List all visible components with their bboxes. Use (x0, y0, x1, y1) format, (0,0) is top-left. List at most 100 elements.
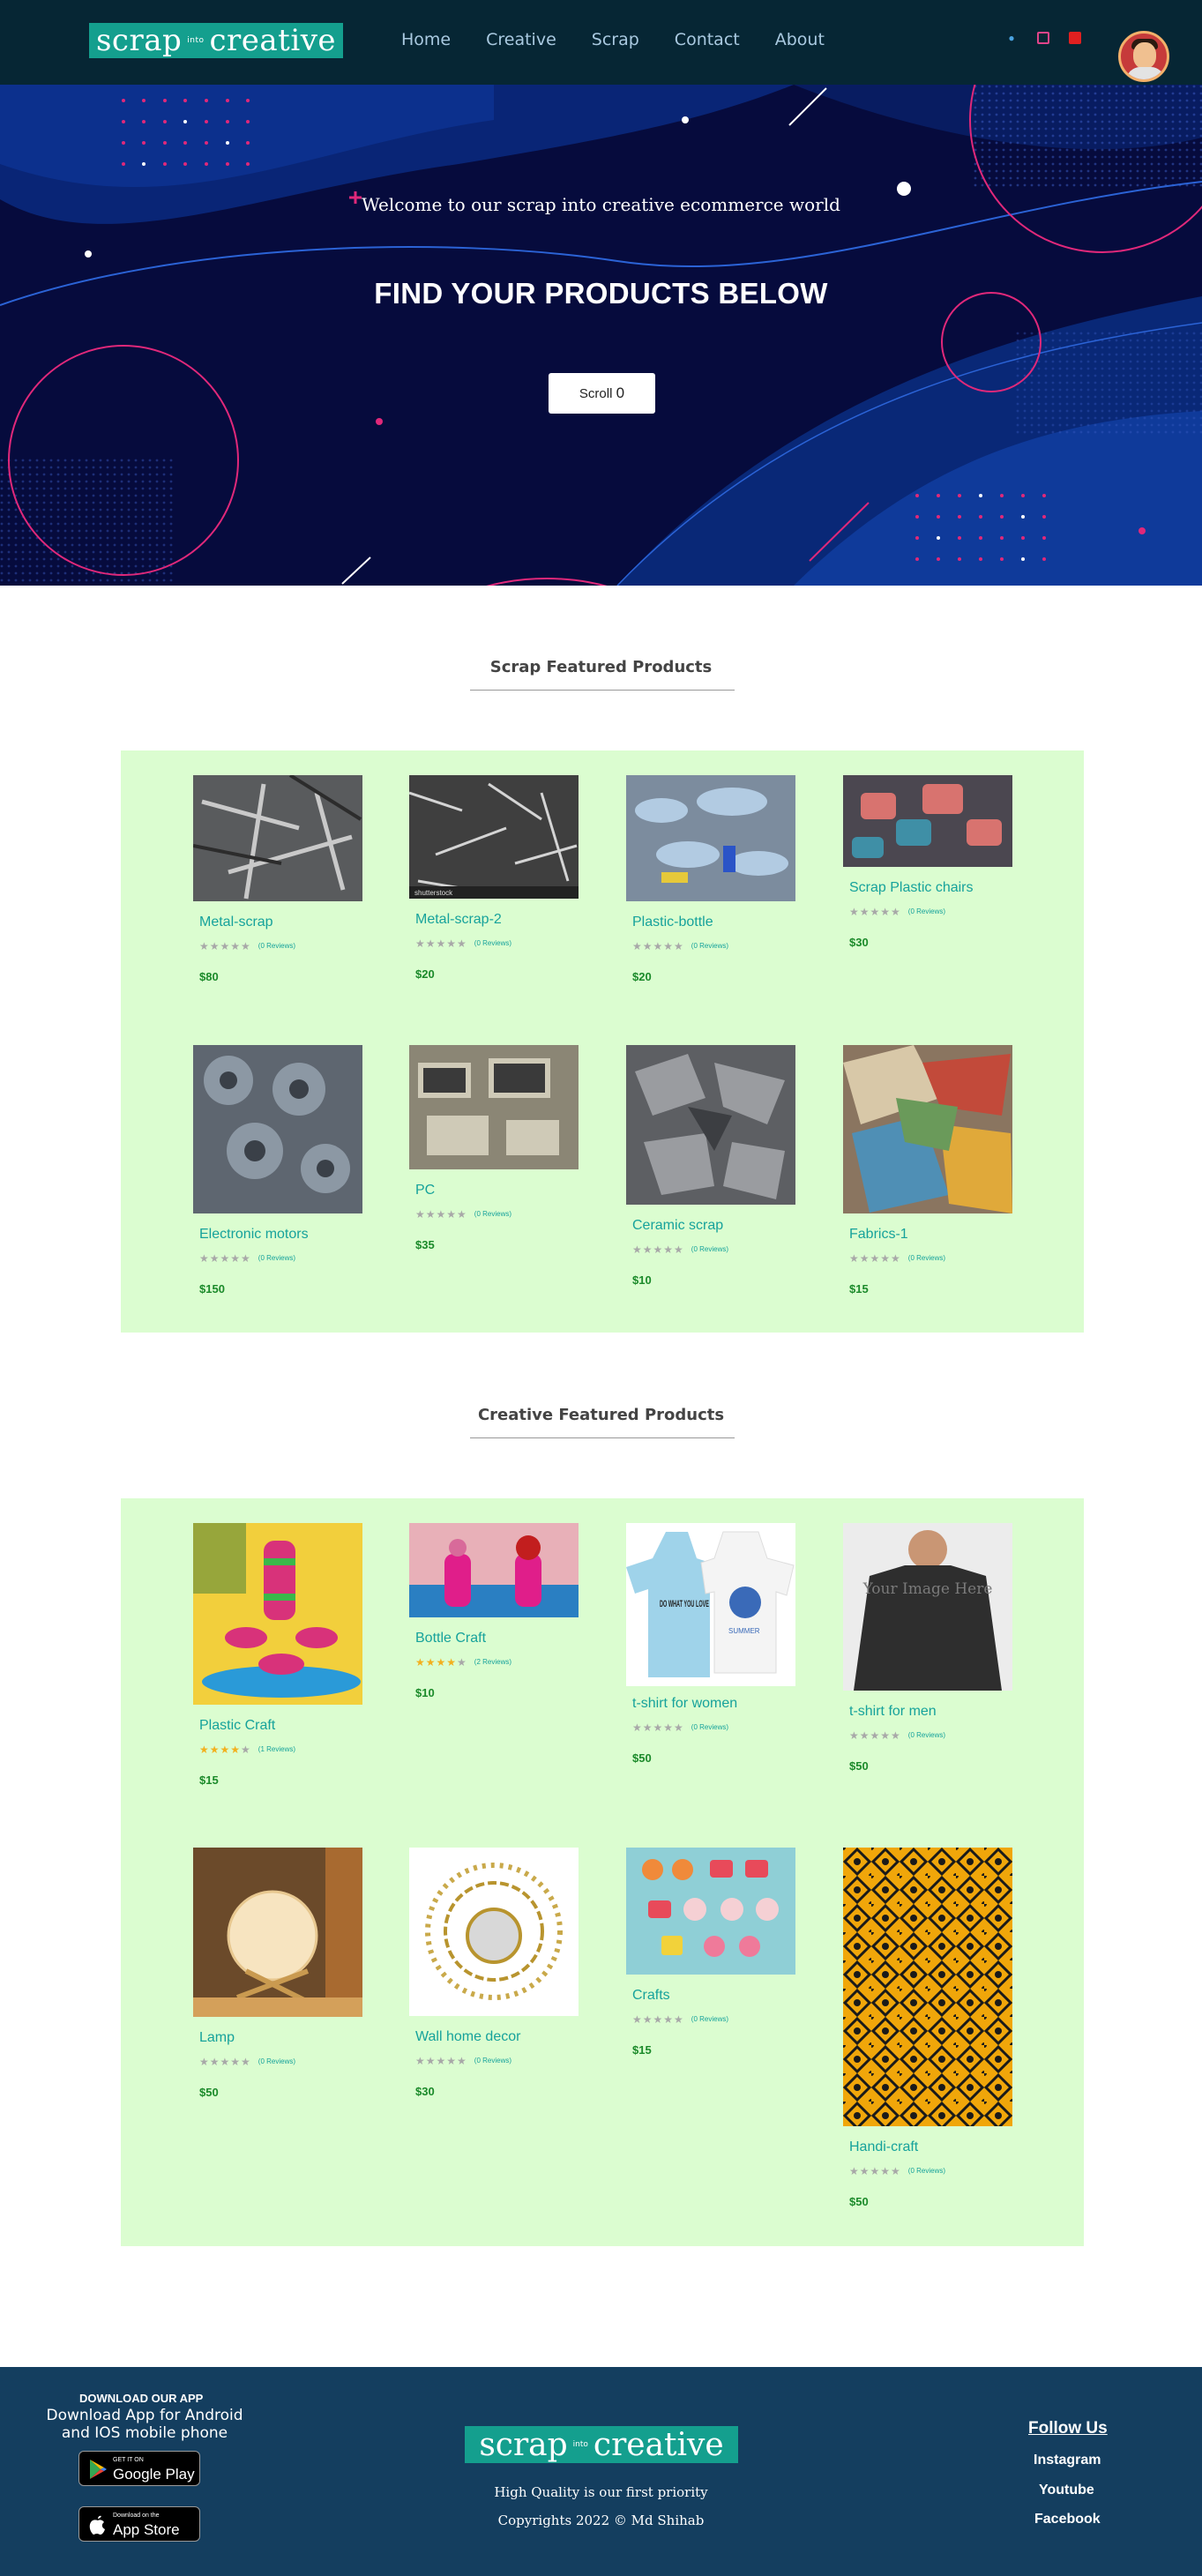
avatar[interactable] (1118, 31, 1169, 82)
product-name[interactable]: Electronic motors (199, 1227, 309, 1243)
product-card[interactable]: Plastic Craft ★★★★★ (1 Reviews) $15 (193, 1523, 362, 1796)
product-rating: ★★★★★ (0 Reviews) (849, 1252, 946, 1265)
product-rating: ★★★★★ (0 Reviews) (199, 1252, 296, 1265)
product-price: $50 (199, 2086, 219, 2099)
product-name[interactable]: Crafts (632, 1988, 670, 2004)
product-image[interactable] (193, 775, 362, 901)
product-reviews: (0 Reviews) (258, 2057, 296, 2065)
product-price: $50 (849, 2195, 869, 2208)
product-image[interactable] (409, 1045, 579, 1169)
product-image[interactable]: Your Image Here (843, 1523, 1012, 1691)
product-name[interactable]: Ceramic scrap (632, 1218, 723, 1234)
download-text: Download App for Android and IOS mobile … (46, 2407, 243, 2442)
nav-home[interactable]: Home (401, 30, 451, 49)
product-image[interactable] (193, 1848, 362, 2017)
nav-scrap[interactable]: Scrap (592, 30, 639, 49)
product-card[interactable]: Bottle Craft ★★★★★ (2 Reviews) $10 (409, 1523, 579, 1717)
nav-about[interactable]: About (775, 30, 825, 49)
creative-section-title: Creative Featured Products (477, 1406, 725, 1424)
section-divider (470, 690, 735, 691)
product-card[interactable]: Fabrics-1 ★★★★★ (0 Reviews) $15 (843, 1045, 1012, 1301)
product-card[interactable]: Handi-craft ★★★★★ (0 Reviews) $50 (843, 1848, 1012, 2218)
social-link-facebook[interactable]: Facebook (1034, 2512, 1101, 2527)
product-image[interactable]: shutterstock (409, 775, 579, 899)
product-image[interactable] (193, 1045, 362, 1213)
logo-text-into: into (187, 36, 205, 45)
product-image[interactable] (409, 1523, 579, 1617)
search-icon[interactable]: ● (1005, 32, 1018, 44)
footer-logo-text-scrap: scrap (479, 2426, 568, 2463)
user-icon[interactable] (1069, 32, 1081, 44)
footer-logo-text-creative: creative (593, 2426, 724, 2463)
product-image[interactable] (626, 1848, 795, 1975)
site-header: scrap into creative Home Creative Scrap … (0, 0, 1202, 85)
product-name[interactable]: Wall home decor (415, 2029, 520, 2045)
product-price: $30 (849, 936, 869, 949)
product-name[interactable]: Metal-scrap-2 (415, 912, 502, 928)
product-image[interactable] (193, 1523, 362, 1705)
product-card[interactable]: Crafts ★★★★★ (0 Reviews) $15 (626, 1848, 795, 2077)
product-reviews: (0 Reviews) (691, 942, 729, 950)
cart-icon[interactable] (1037, 32, 1049, 44)
google-play-button[interactable]: GET IT ON Google Play (78, 2451, 200, 2486)
main-nav: Home Creative Scrap Contact About (401, 30, 860, 49)
product-image[interactable] (843, 1848, 1012, 2126)
product-reviews: (0 Reviews) (474, 1210, 512, 1218)
scroll-button[interactable]: Scroll 0 (549, 373, 655, 414)
product-name[interactable]: Scrap Plastic chairs (849, 880, 974, 896)
product-card[interactable]: Scrap Plastic chairs ★★★★★ (0 Reviews) $3… (843, 775, 1012, 978)
product-image[interactable] (626, 775, 795, 901)
section-divider (470, 1437, 735, 1438)
product-card[interactable]: Metal-scrap ★★★★★ (0 Reviews) $80 (193, 775, 362, 1004)
product-rating: ★★★★★ (0 Reviews) (632, 1243, 729, 1256)
product-card[interactable]: Plastic-bottle ★★★★★ (0 Reviews) $20 (626, 775, 795, 1004)
product-card[interactable]: Wall home decor ★★★★★ (0 Reviews) $30 (409, 1848, 579, 2103)
product-card[interactable]: Your Image Here t-shirt for men ★★★★★ (0 … (843, 1523, 1012, 1788)
hero-welcome-text: Welcome to our scrap into creative ecomm… (362, 194, 840, 215)
product-rating: ★★★★★ (0 Reviews) (415, 937, 512, 950)
product-name[interactable]: t-shirt for women (632, 1696, 737, 1712)
product-name[interactable]: Metal-scrap (199, 915, 273, 930)
product-reviews: (0 Reviews) (907, 1254, 946, 1262)
nav-creative[interactable]: Creative (486, 30, 556, 49)
follow-us-title: Follow Us (1028, 2419, 1108, 2438)
hero-title: FIND YOUR PRODUCTS BELOW (374, 277, 828, 310)
product-reviews: (0 Reviews) (691, 1245, 729, 1253)
product-image[interactable] (843, 775, 1012, 867)
product-reviews: (0 Reviews) (474, 2057, 512, 2065)
product-price: $150 (199, 1282, 225, 1295)
social-link-instagram[interactable]: Instagram (1034, 2453, 1101, 2468)
product-card[interactable]: Lamp ★★★★★ (0 Reviews) $50 (193, 1848, 362, 2103)
product-card[interactable]: DO WHAT YOU LOVE SUMMER t-shirt for women… (626, 1523, 795, 1779)
product-name[interactable]: Bottle Craft (415, 1631, 486, 1646)
header-icons: ● (1005, 32, 1081, 44)
product-rating: ★★★★★ (1 Reviews) (199, 1743, 296, 1756)
tshirt-men-print: Your Image Here (862, 1580, 993, 1598)
logo-text-creative: creative (209, 23, 337, 58)
product-image[interactable] (626, 1045, 795, 1205)
product-card[interactable]: Ceramic scrap ★★★★★ (0 Reviews) $10 (626, 1045, 795, 1292)
tshirt-tiger-print: SUMMER (728, 1627, 760, 1635)
product-name[interactable]: Plastic-bottle (632, 915, 713, 930)
product-card[interactable]: shutterstock Metal-scrap-2 ★★★★★ (0 Revie… (409, 775, 579, 1004)
product-card[interactable]: Electronic motors ★★★★★ (0 Reviews) $150 (193, 1045, 362, 1301)
product-name[interactable]: Handi-craft (849, 2139, 918, 2155)
product-image[interactable]: DO WHAT YOU LOVE SUMMER (626, 1523, 795, 1686)
download-title: DOWNLOAD OUR APP (79, 2392, 204, 2405)
site-logo[interactable]: scrap into creative (89, 23, 343, 58)
footer-logo[interactable]: scrap into creative (465, 2426, 738, 2463)
quality-text: High Quality is our first priority (494, 2484, 708, 2500)
product-name[interactable]: Fabrics-1 (849, 1227, 908, 1243)
social-link-youtube[interactable]: Youtube (1039, 2483, 1094, 2498)
product-name[interactable]: Plastic Craft (199, 1718, 275, 1734)
product-image[interactable] (843, 1045, 1012, 1213)
product-image[interactable] (409, 1848, 579, 2016)
product-price: $10 (632, 1273, 652, 1287)
logo-text-scrap: scrap (95, 23, 183, 58)
product-price: $10 (415, 1686, 435, 1699)
product-card[interactable]: PC ★★★★★ (0 Reviews) $35 (409, 1045, 579, 1274)
product-name[interactable]: Lamp (199, 2030, 235, 2046)
nav-contact[interactable]: Contact (675, 30, 740, 49)
product-name[interactable]: PC (415, 1183, 435, 1198)
product-name[interactable]: t-shirt for men (849, 1704, 937, 1720)
